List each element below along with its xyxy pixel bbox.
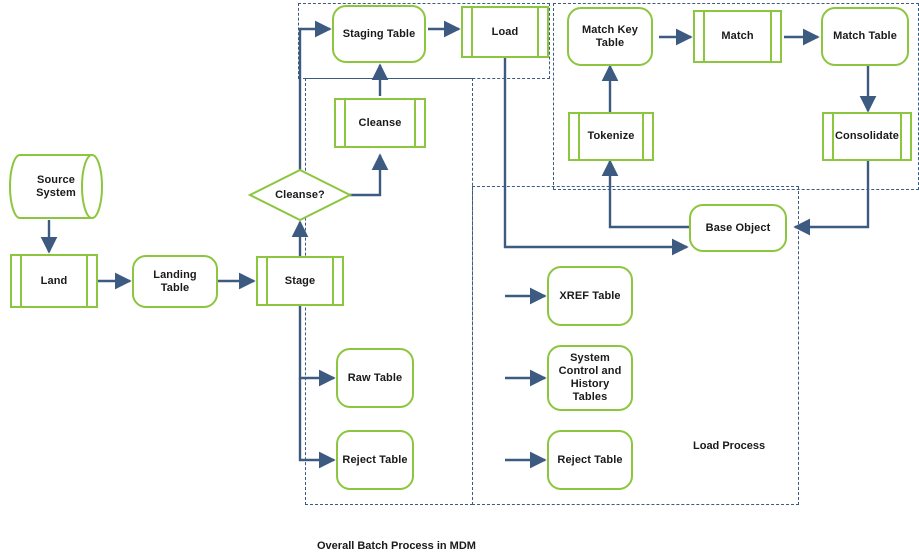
edge-stage-to-reject-table (298, 378, 336, 469)
node-label: Reject Table (342, 453, 408, 466)
node-label: Stage (284, 274, 316, 287)
node-label: Load (491, 25, 519, 38)
edge-consolidate-to-base-object (793, 160, 870, 236)
node-reject-table-stage[interactable]: Reject Table (336, 430, 414, 490)
node-base-object[interactable]: Base Object (689, 204, 787, 252)
node-landing-table[interactable]: Landing Table (132, 255, 218, 308)
node-label: Match Table (833, 30, 897, 43)
node-label: Match Key Table (582, 23, 638, 49)
node-land[interactable]: Land (10, 254, 98, 308)
node-match-table[interactable]: Match Table (821, 7, 909, 66)
edge-stage-to-raw-table (298, 305, 336, 387)
node-cleanse[interactable]: Cleanse (334, 98, 426, 148)
node-label: XREF Table (559, 289, 621, 302)
node-label: System Control and History Tables (558, 352, 622, 403)
node-label: Base Object (705, 221, 771, 234)
node-source-system[interactable]: Source System (8, 153, 104, 220)
node-consolidate[interactable]: Consolidate (822, 112, 912, 161)
node-label: Raw Table (347, 371, 403, 384)
node-label: Reject Table (557, 453, 623, 466)
node-label: Match (721, 30, 754, 43)
diagram-caption: Overall Batch Process in MDM (317, 540, 476, 552)
node-tokenize[interactable]: Tokenize (568, 112, 654, 161)
diagram-canvas: Load Process Source System Land Landing … (0, 0, 919, 555)
node-reject-table-load[interactable]: Reject Table (547, 430, 633, 490)
node-system-control-history-tables[interactable]: System Control and History Tables (547, 345, 633, 411)
node-label: Staging Table (342, 27, 416, 40)
node-stage[interactable]: Stage (256, 256, 344, 306)
node-raw-table[interactable]: Raw Table (336, 348, 414, 408)
edge-base-object-to-tokenize (601, 159, 697, 229)
node-cleanse-decision[interactable]: Cleanse? (248, 168, 352, 222)
node-staging-table[interactable]: Staging Table (332, 5, 426, 63)
node-label: Landing Table (153, 268, 197, 294)
node-label: Source System (36, 173, 76, 199)
node-label: Cleanse? (275, 188, 325, 201)
node-label: Land (40, 274, 68, 287)
node-label: Tokenize (587, 130, 635, 143)
node-match[interactable]: Match (693, 10, 782, 63)
node-xref-table[interactable]: XREF Table (547, 266, 633, 326)
node-match-key-table[interactable]: Match Key Table (567, 7, 653, 66)
node-label: Consolidate (834, 130, 900, 143)
node-label: Cleanse (358, 116, 402, 129)
node-load[interactable]: Load (461, 6, 549, 58)
